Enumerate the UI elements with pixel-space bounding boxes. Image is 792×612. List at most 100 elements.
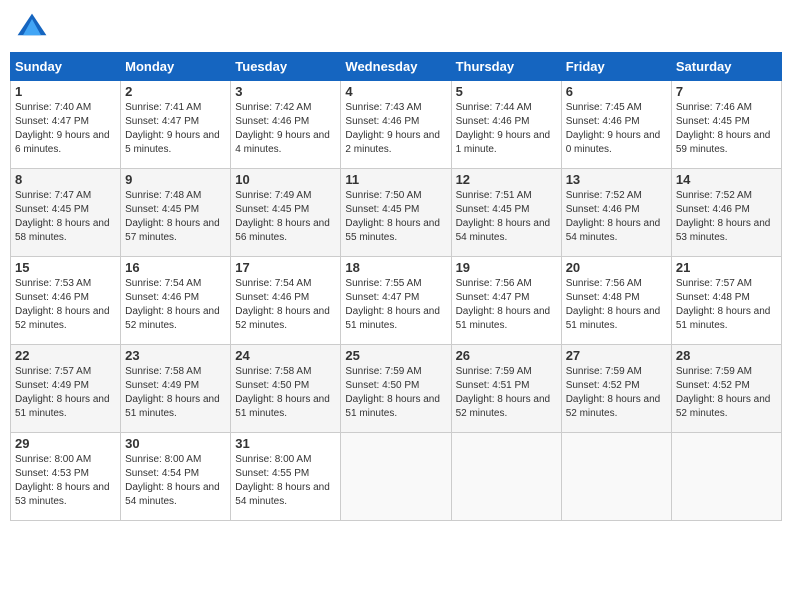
calendar-cell: 30 Sunrise: 8:00 AM Sunset: 4:54 PM Dayl… <box>121 433 231 521</box>
weekday-header: Thursday <box>451 53 561 81</box>
logo <box>14 10 54 46</box>
calendar-cell: 2 Sunrise: 7:41 AM Sunset: 4:47 PM Dayli… <box>121 81 231 169</box>
calendar-cell: 22 Sunrise: 7:57 AM Sunset: 4:49 PM Dayl… <box>11 345 121 433</box>
day-number: 10 <box>235 172 336 187</box>
day-number: 17 <box>235 260 336 275</box>
calendar-cell: 6 Sunrise: 7:45 AM Sunset: 4:46 PM Dayli… <box>561 81 671 169</box>
day-number: 1 <box>15 84 116 99</box>
calendar-cell: 5 Sunrise: 7:44 AM Sunset: 4:46 PM Dayli… <box>451 81 561 169</box>
day-info: Sunrise: 7:59 AM Sunset: 4:52 PM Dayligh… <box>566 365 667 421</box>
calendar-cell: 7 Sunrise: 7:46 AM Sunset: 4:45 PM Dayli… <box>671 81 781 169</box>
day-number: 19 <box>456 260 557 275</box>
day-info: Sunrise: 7:41 AM Sunset: 4:47 PM Dayligh… <box>125 101 226 157</box>
day-info: Sunrise: 7:52 AM Sunset: 4:46 PM Dayligh… <box>676 189 777 245</box>
day-info: Sunrise: 8:00 AM Sunset: 4:53 PM Dayligh… <box>15 453 116 509</box>
calendar-cell <box>341 433 451 521</box>
day-number: 22 <box>15 348 116 363</box>
day-info: Sunrise: 7:56 AM Sunset: 4:47 PM Dayligh… <box>456 277 557 333</box>
logo-icon <box>14 10 50 46</box>
day-number: 3 <box>235 84 336 99</box>
calendar-cell: 8 Sunrise: 7:47 AM Sunset: 4:45 PM Dayli… <box>11 169 121 257</box>
calendar-cell: 31 Sunrise: 8:00 AM Sunset: 4:55 PM Dayl… <box>231 433 341 521</box>
calendar-cell: 4 Sunrise: 7:43 AM Sunset: 4:46 PM Dayli… <box>341 81 451 169</box>
weekday-header: Wednesday <box>341 53 451 81</box>
weekday-header: Tuesday <box>231 53 341 81</box>
calendar-cell: 17 Sunrise: 7:54 AM Sunset: 4:46 PM Dayl… <box>231 257 341 345</box>
weekday-header: Friday <box>561 53 671 81</box>
day-number: 9 <box>125 172 226 187</box>
day-number: 26 <box>456 348 557 363</box>
day-info: Sunrise: 7:57 AM Sunset: 4:49 PM Dayligh… <box>15 365 116 421</box>
calendar-cell: 15 Sunrise: 7:53 AM Sunset: 4:46 PM Dayl… <box>11 257 121 345</box>
day-info: Sunrise: 8:00 AM Sunset: 4:55 PM Dayligh… <box>235 453 336 509</box>
day-info: Sunrise: 7:44 AM Sunset: 4:46 PM Dayligh… <box>456 101 557 157</box>
calendar-cell <box>451 433 561 521</box>
day-number: 12 <box>456 172 557 187</box>
calendar-cell: 13 Sunrise: 7:52 AM Sunset: 4:46 PM Dayl… <box>561 169 671 257</box>
day-number: 4 <box>345 84 446 99</box>
calendar-cell: 12 Sunrise: 7:51 AM Sunset: 4:45 PM Dayl… <box>451 169 561 257</box>
day-info: Sunrise: 7:42 AM Sunset: 4:46 PM Dayligh… <box>235 101 336 157</box>
day-info: Sunrise: 7:51 AM Sunset: 4:45 PM Dayligh… <box>456 189 557 245</box>
day-number: 30 <box>125 436 226 451</box>
calendar-cell: 10 Sunrise: 7:49 AM Sunset: 4:45 PM Dayl… <box>231 169 341 257</box>
day-info: Sunrise: 7:57 AM Sunset: 4:48 PM Dayligh… <box>676 277 777 333</box>
day-info: Sunrise: 7:54 AM Sunset: 4:46 PM Dayligh… <box>125 277 226 333</box>
day-info: Sunrise: 7:43 AM Sunset: 4:46 PM Dayligh… <box>345 101 446 157</box>
calendar-cell: 16 Sunrise: 7:54 AM Sunset: 4:46 PM Dayl… <box>121 257 231 345</box>
calendar-cell: 18 Sunrise: 7:55 AM Sunset: 4:47 PM Dayl… <box>341 257 451 345</box>
day-info: Sunrise: 7:58 AM Sunset: 4:49 PM Dayligh… <box>125 365 226 421</box>
day-number: 15 <box>15 260 116 275</box>
calendar-cell: 26 Sunrise: 7:59 AM Sunset: 4:51 PM Dayl… <box>451 345 561 433</box>
day-info: Sunrise: 7:59 AM Sunset: 4:50 PM Dayligh… <box>345 365 446 421</box>
day-info: Sunrise: 7:49 AM Sunset: 4:45 PM Dayligh… <box>235 189 336 245</box>
calendar: SundayMondayTuesdayWednesdayThursdayFrid… <box>10 52 782 521</box>
day-number: 7 <box>676 84 777 99</box>
day-number: 6 <box>566 84 667 99</box>
day-number: 21 <box>676 260 777 275</box>
day-number: 16 <box>125 260 226 275</box>
calendar-cell: 11 Sunrise: 7:50 AM Sunset: 4:45 PM Dayl… <box>341 169 451 257</box>
calendar-cell: 3 Sunrise: 7:42 AM Sunset: 4:46 PM Dayli… <box>231 81 341 169</box>
day-number: 8 <box>15 172 116 187</box>
day-info: Sunrise: 7:48 AM Sunset: 4:45 PM Dayligh… <box>125 189 226 245</box>
day-info: Sunrise: 7:47 AM Sunset: 4:45 PM Dayligh… <box>15 189 116 245</box>
day-info: Sunrise: 7:52 AM Sunset: 4:46 PM Dayligh… <box>566 189 667 245</box>
calendar-cell <box>561 433 671 521</box>
day-number: 27 <box>566 348 667 363</box>
day-number: 23 <box>125 348 226 363</box>
day-number: 18 <box>345 260 446 275</box>
weekday-header: Saturday <box>671 53 781 81</box>
calendar-cell: 21 Sunrise: 7:57 AM Sunset: 4:48 PM Dayl… <box>671 257 781 345</box>
calendar-cell: 19 Sunrise: 7:56 AM Sunset: 4:47 PM Dayl… <box>451 257 561 345</box>
day-number: 2 <box>125 84 226 99</box>
day-info: Sunrise: 7:53 AM Sunset: 4:46 PM Dayligh… <box>15 277 116 333</box>
day-info: Sunrise: 7:54 AM Sunset: 4:46 PM Dayligh… <box>235 277 336 333</box>
day-number: 28 <box>676 348 777 363</box>
calendar-cell <box>671 433 781 521</box>
calendar-cell: 9 Sunrise: 7:48 AM Sunset: 4:45 PM Dayli… <box>121 169 231 257</box>
day-number: 11 <box>345 172 446 187</box>
day-number: 13 <box>566 172 667 187</box>
calendar-cell: 1 Sunrise: 7:40 AM Sunset: 4:47 PM Dayli… <box>11 81 121 169</box>
calendar-cell: 14 Sunrise: 7:52 AM Sunset: 4:46 PM Dayl… <box>671 169 781 257</box>
day-number: 25 <box>345 348 446 363</box>
day-info: Sunrise: 7:55 AM Sunset: 4:47 PM Dayligh… <box>345 277 446 333</box>
calendar-cell: 27 Sunrise: 7:59 AM Sunset: 4:52 PM Dayl… <box>561 345 671 433</box>
calendar-cell: 23 Sunrise: 7:58 AM Sunset: 4:49 PM Dayl… <box>121 345 231 433</box>
day-info: Sunrise: 7:59 AM Sunset: 4:51 PM Dayligh… <box>456 365 557 421</box>
day-info: Sunrise: 7:59 AM Sunset: 4:52 PM Dayligh… <box>676 365 777 421</box>
calendar-cell: 28 Sunrise: 7:59 AM Sunset: 4:52 PM Dayl… <box>671 345 781 433</box>
calendar-cell: 25 Sunrise: 7:59 AM Sunset: 4:50 PM Dayl… <box>341 345 451 433</box>
day-info: Sunrise: 7:56 AM Sunset: 4:48 PM Dayligh… <box>566 277 667 333</box>
header <box>10 10 782 46</box>
day-info: Sunrise: 7:50 AM Sunset: 4:45 PM Dayligh… <box>345 189 446 245</box>
day-number: 29 <box>15 436 116 451</box>
day-info: Sunrise: 7:46 AM Sunset: 4:45 PM Dayligh… <box>676 101 777 157</box>
day-info: Sunrise: 7:58 AM Sunset: 4:50 PM Dayligh… <box>235 365 336 421</box>
weekday-header: Sunday <box>11 53 121 81</box>
calendar-cell: 29 Sunrise: 8:00 AM Sunset: 4:53 PM Dayl… <box>11 433 121 521</box>
day-info: Sunrise: 8:00 AM Sunset: 4:54 PM Dayligh… <box>125 453 226 509</box>
weekday-header: Monday <box>121 53 231 81</box>
day-number: 14 <box>676 172 777 187</box>
